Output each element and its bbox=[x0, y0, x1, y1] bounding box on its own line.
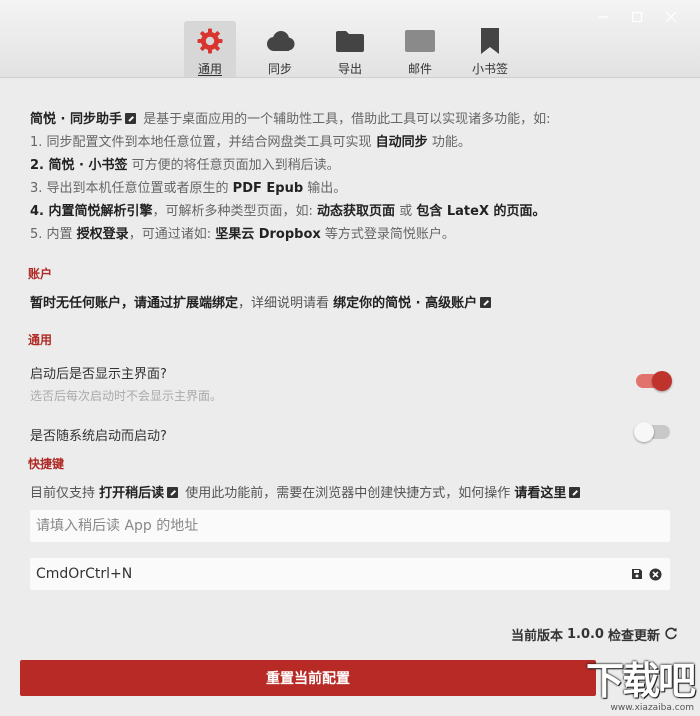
intro-line-5: 4. 内置简悦解析引擎，可解析多种类型页面，如: 动态获取页面 或 包含 Lat… bbox=[30, 200, 670, 223]
intro-product-link[interactable]: 简悦 · 同步助手 bbox=[30, 112, 122, 127]
mail-icon bbox=[404, 27, 436, 55]
reset-config-button[interactable]: 重置当前配置 bbox=[20, 660, 596, 696]
external-link-icon[interactable] bbox=[569, 487, 581, 498]
intro-line-6: 5. 内置 授权登录，可通过诸如: 坚果云 Dropbox 等方式登录简悦账户。 bbox=[30, 223, 670, 246]
intro-highlight: PDF Epub bbox=[232, 181, 304, 196]
settings-tabs: 通用 同步 导出 邮件 小书签 bbox=[184, 21, 534, 77]
bookmark-icon bbox=[474, 27, 506, 55]
intro-block: 简悦 · 同步助手 是基于桌面应用的一个辅助性工具，借助此工具可以实现诸多功能，… bbox=[30, 108, 670, 246]
see-here-link[interactable]: 请看这里 bbox=[514, 486, 566, 501]
save-icon[interactable] bbox=[628, 565, 646, 583]
shortcut-hint-text: 使用此功能前，需要在浏览器中创建快捷方式，如何操作 bbox=[181, 486, 515, 501]
minimize-icon bbox=[598, 16, 608, 18]
shortcut-hint-text: 目前仅支持 bbox=[30, 486, 100, 501]
watermark-url: www.xiazaiba.com bbox=[610, 703, 694, 713]
account-status-text: 暂时无任何账户，请通过扩展端绑定 bbox=[30, 296, 239, 311]
intro-line-3: 2. 简悦 · 小书签 可方便的将任意页面加入到稍后读。 bbox=[30, 154, 670, 177]
version-number: 1.0.0 bbox=[566, 627, 604, 642]
show-main-window-toggle[interactable] bbox=[636, 371, 672, 391]
read-later-app-field bbox=[30, 510, 670, 542]
version-label: 当前版本 bbox=[510, 629, 563, 644]
hotkey-input[interactable]: CmdOrCtrl+N bbox=[36, 566, 628, 582]
tab-general[interactable]: 通用 bbox=[184, 21, 236, 77]
section-title-account: 账户 bbox=[28, 267, 53, 281]
external-link-icon[interactable] bbox=[480, 297, 492, 308]
intro-highlight: 坚果云 Dropbox bbox=[215, 227, 321, 242]
tab-export-label: 导出 bbox=[337, 62, 362, 76]
intro-text: 输出。 bbox=[303, 181, 347, 196]
cloud-icon bbox=[264, 27, 296, 55]
intro-highlight: 授权登录 bbox=[76, 227, 129, 242]
tab-mail[interactable]: 邮件 bbox=[394, 21, 446, 77]
intro-number: 2. bbox=[30, 158, 49, 173]
shortcut-hint: 目前仅支持 打开稍后读 使用此功能前，需要在浏览器中创建快捷方式，如何操作 请看… bbox=[30, 482, 583, 501]
tab-bookmarklet-label: 小书签 bbox=[471, 62, 508, 76]
intro-line-1: 简悦 · 同步助手 是基于桌面应用的一个辅助性工具，借助此工具可以实现诸多功能，… bbox=[30, 108, 670, 131]
account-status-hint: ，详细说明请看 bbox=[238, 296, 334, 311]
close-icon bbox=[665, 11, 677, 23]
intro-text: 等方式登录简悦账户。 bbox=[320, 227, 455, 242]
hotkey-field: CmdOrCtrl+N bbox=[30, 558, 670, 590]
maximize-button[interactable] bbox=[620, 8, 654, 26]
read-later-app-input[interactable] bbox=[36, 518, 664, 534]
bind-account-link[interactable]: 绑定你的简悦 · 高级账户 bbox=[333, 296, 477, 311]
account-status: 暂时无任何账户，请通过扩展端绑定，详细说明请看 绑定你的简悦 · 高级账户 bbox=[30, 292, 494, 311]
intro-text: 或 bbox=[395, 204, 417, 219]
external-link-icon[interactable] bbox=[125, 113, 136, 124]
watermark: 下载吧 www.xiazaiba.com bbox=[562, 654, 696, 714]
external-link-icon[interactable] bbox=[167, 487, 179, 498]
option-autostart-label: 是否随系统启动而启动? bbox=[30, 429, 167, 444]
intro-text: 1. 同步配置文件到本地任意位置，并结合网盘类工具可实现 bbox=[30, 135, 376, 150]
maximize-icon bbox=[631, 11, 643, 23]
option-show-main-window-label: 启动后是否显示主界面? bbox=[30, 367, 167, 382]
tab-bookmarklet[interactable]: 小书签 bbox=[464, 21, 516, 77]
intro-text: 可方便的将任意页面加入到稍后读。 bbox=[127, 158, 340, 173]
section-title-general: 通用 bbox=[28, 333, 53, 347]
intro-text: 功能。 bbox=[427, 135, 471, 150]
window-controls bbox=[586, 8, 688, 26]
intro-text: 是基于桌面应用的一个辅助性工具，借助此工具可以实现诸多功能，如: bbox=[139, 112, 551, 127]
watermark-logo: 下载吧 bbox=[585, 659, 696, 703]
intro-highlight: 内置简悦解析引擎 bbox=[48, 204, 153, 219]
autostart-toggle[interactable] bbox=[634, 422, 670, 442]
tab-general-label: 通用 bbox=[197, 62, 222, 76]
intro-highlight: 动态获取页面 bbox=[317, 204, 396, 219]
refresh-icon[interactable] bbox=[664, 626, 678, 644]
intro-line-2: 1. 同步配置文件到本地任意位置，并结合网盘类工具可实现 自动同步 功能。 bbox=[30, 131, 670, 154]
intro-text: 5. 内置 bbox=[30, 227, 77, 242]
version-info: 当前版本 1.0.0 检查更新 bbox=[511, 625, 678, 644]
tab-sync-label: 同步 bbox=[267, 62, 292, 76]
intro-highlight: 简悦 · 小书签 bbox=[48, 158, 128, 173]
check-update-link[interactable]: 检查更新 bbox=[608, 625, 660, 644]
folder-icon bbox=[334, 27, 366, 55]
intro-text: ，可通过诸如: bbox=[128, 227, 216, 242]
intro-line-4: 3. 导出到本机任意位置或者原生的 PDF Epub 输出。 bbox=[30, 177, 670, 200]
tab-sync[interactable]: 同步 bbox=[254, 21, 306, 77]
intro-text: 3. 导出到本机任意位置或者原生的 bbox=[30, 181, 233, 196]
top-toolbar: 通用 同步 导出 邮件 小书签 bbox=[0, 0, 700, 78]
section-title-shortcut: 快捷键 bbox=[28, 457, 65, 471]
toggle-knob bbox=[652, 371, 672, 391]
open-read-later-link[interactable]: 打开稍后读 bbox=[99, 486, 164, 501]
minimize-button[interactable] bbox=[586, 8, 620, 26]
option-show-main-window-desc: 选否后每次启动时不会显示主界面。 bbox=[30, 389, 223, 403]
tab-export[interactable]: 导出 bbox=[324, 21, 376, 77]
intro-text: ，可解析多种类型页面，如: bbox=[152, 204, 318, 219]
close-button[interactable] bbox=[654, 8, 688, 26]
toggle-knob bbox=[634, 422, 654, 442]
tab-mail-label: 邮件 bbox=[407, 62, 432, 76]
intro-highlight: 包含 LateX 的页面。 bbox=[416, 204, 546, 219]
intro-highlight: 自动同步 bbox=[375, 135, 428, 150]
intro-number: 4. bbox=[30, 204, 49, 219]
gear-icon bbox=[194, 27, 226, 55]
clear-icon[interactable] bbox=[646, 565, 664, 583]
